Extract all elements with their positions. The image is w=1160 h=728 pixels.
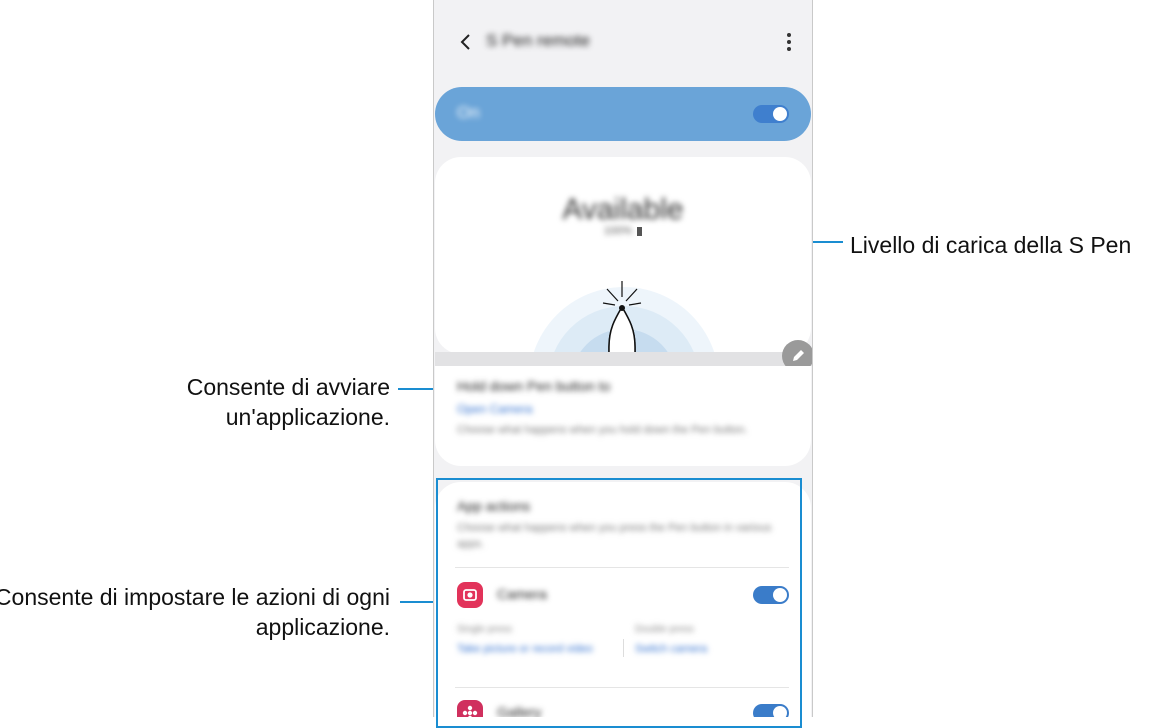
page-title: S Pen remote <box>486 31 590 50</box>
status-card: Available 100% <box>435 157 811 354</box>
app-bar: S Pen remote <box>434 22 812 62</box>
hold-down-description: Choose what happens when you hold down t… <box>457 424 748 436</box>
battery-row: 100% <box>435 225 811 237</box>
master-switch-label: On <box>457 103 480 122</box>
more-options-icon[interactable] <box>784 30 794 54</box>
hold-down-value: Open Camera <box>457 402 533 416</box>
hold-down-title: Hold down Pen button to <box>457 378 611 394</box>
master-switch-bar[interactable]: On <box>435 87 811 141</box>
back-arrow-icon[interactable] <box>452 28 480 56</box>
callout-line-actions <box>400 601 436 603</box>
callout-launch-app: Consente di avviare un'applicazione. <box>186 374 390 430</box>
battery-level-text: 100% <box>603 225 633 237</box>
battery-icon <box>637 226 643 236</box>
section-divider <box>435 352 812 366</box>
highlight-frame-app-actions <box>436 478 802 728</box>
master-toggle[interactable] <box>753 105 789 123</box>
callout-app-actions: Consente di impostare le azioni di ogni … <box>0 584 390 640</box>
s-pen-icon <box>602 281 642 354</box>
hold-down-card[interactable]: Hold down Pen button to Open Camera Choo… <box>435 366 811 466</box>
callout-battery-level: Livello di carica della S Pen <box>850 232 1132 258</box>
status-title: Available <box>562 193 684 226</box>
